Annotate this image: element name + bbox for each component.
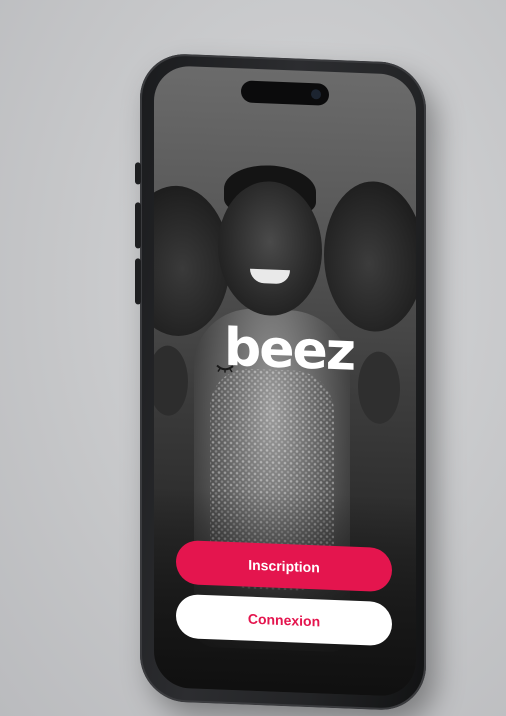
hero-photo-hand-left	[154, 344, 188, 417]
volume-up-button	[135, 202, 141, 249]
login-button[interactable]: Connexion	[176, 593, 392, 647]
mute-switch	[135, 162, 141, 185]
phone-mockup: beez Inscription Connexion	[135, 52, 426, 712]
closed-eye-icon	[216, 364, 234, 373]
bottom-gradient	[154, 487, 416, 698]
dynamic-island	[241, 80, 329, 106]
app-screen: beez Inscription Connexion	[154, 65, 416, 698]
hero-photo-person-right	[324, 179, 416, 334]
volume-down-button	[135, 258, 141, 305]
signup-button[interactable]: Inscription	[176, 539, 392, 593]
mockup-scene: beez Inscription Connexion	[0, 0, 506, 716]
